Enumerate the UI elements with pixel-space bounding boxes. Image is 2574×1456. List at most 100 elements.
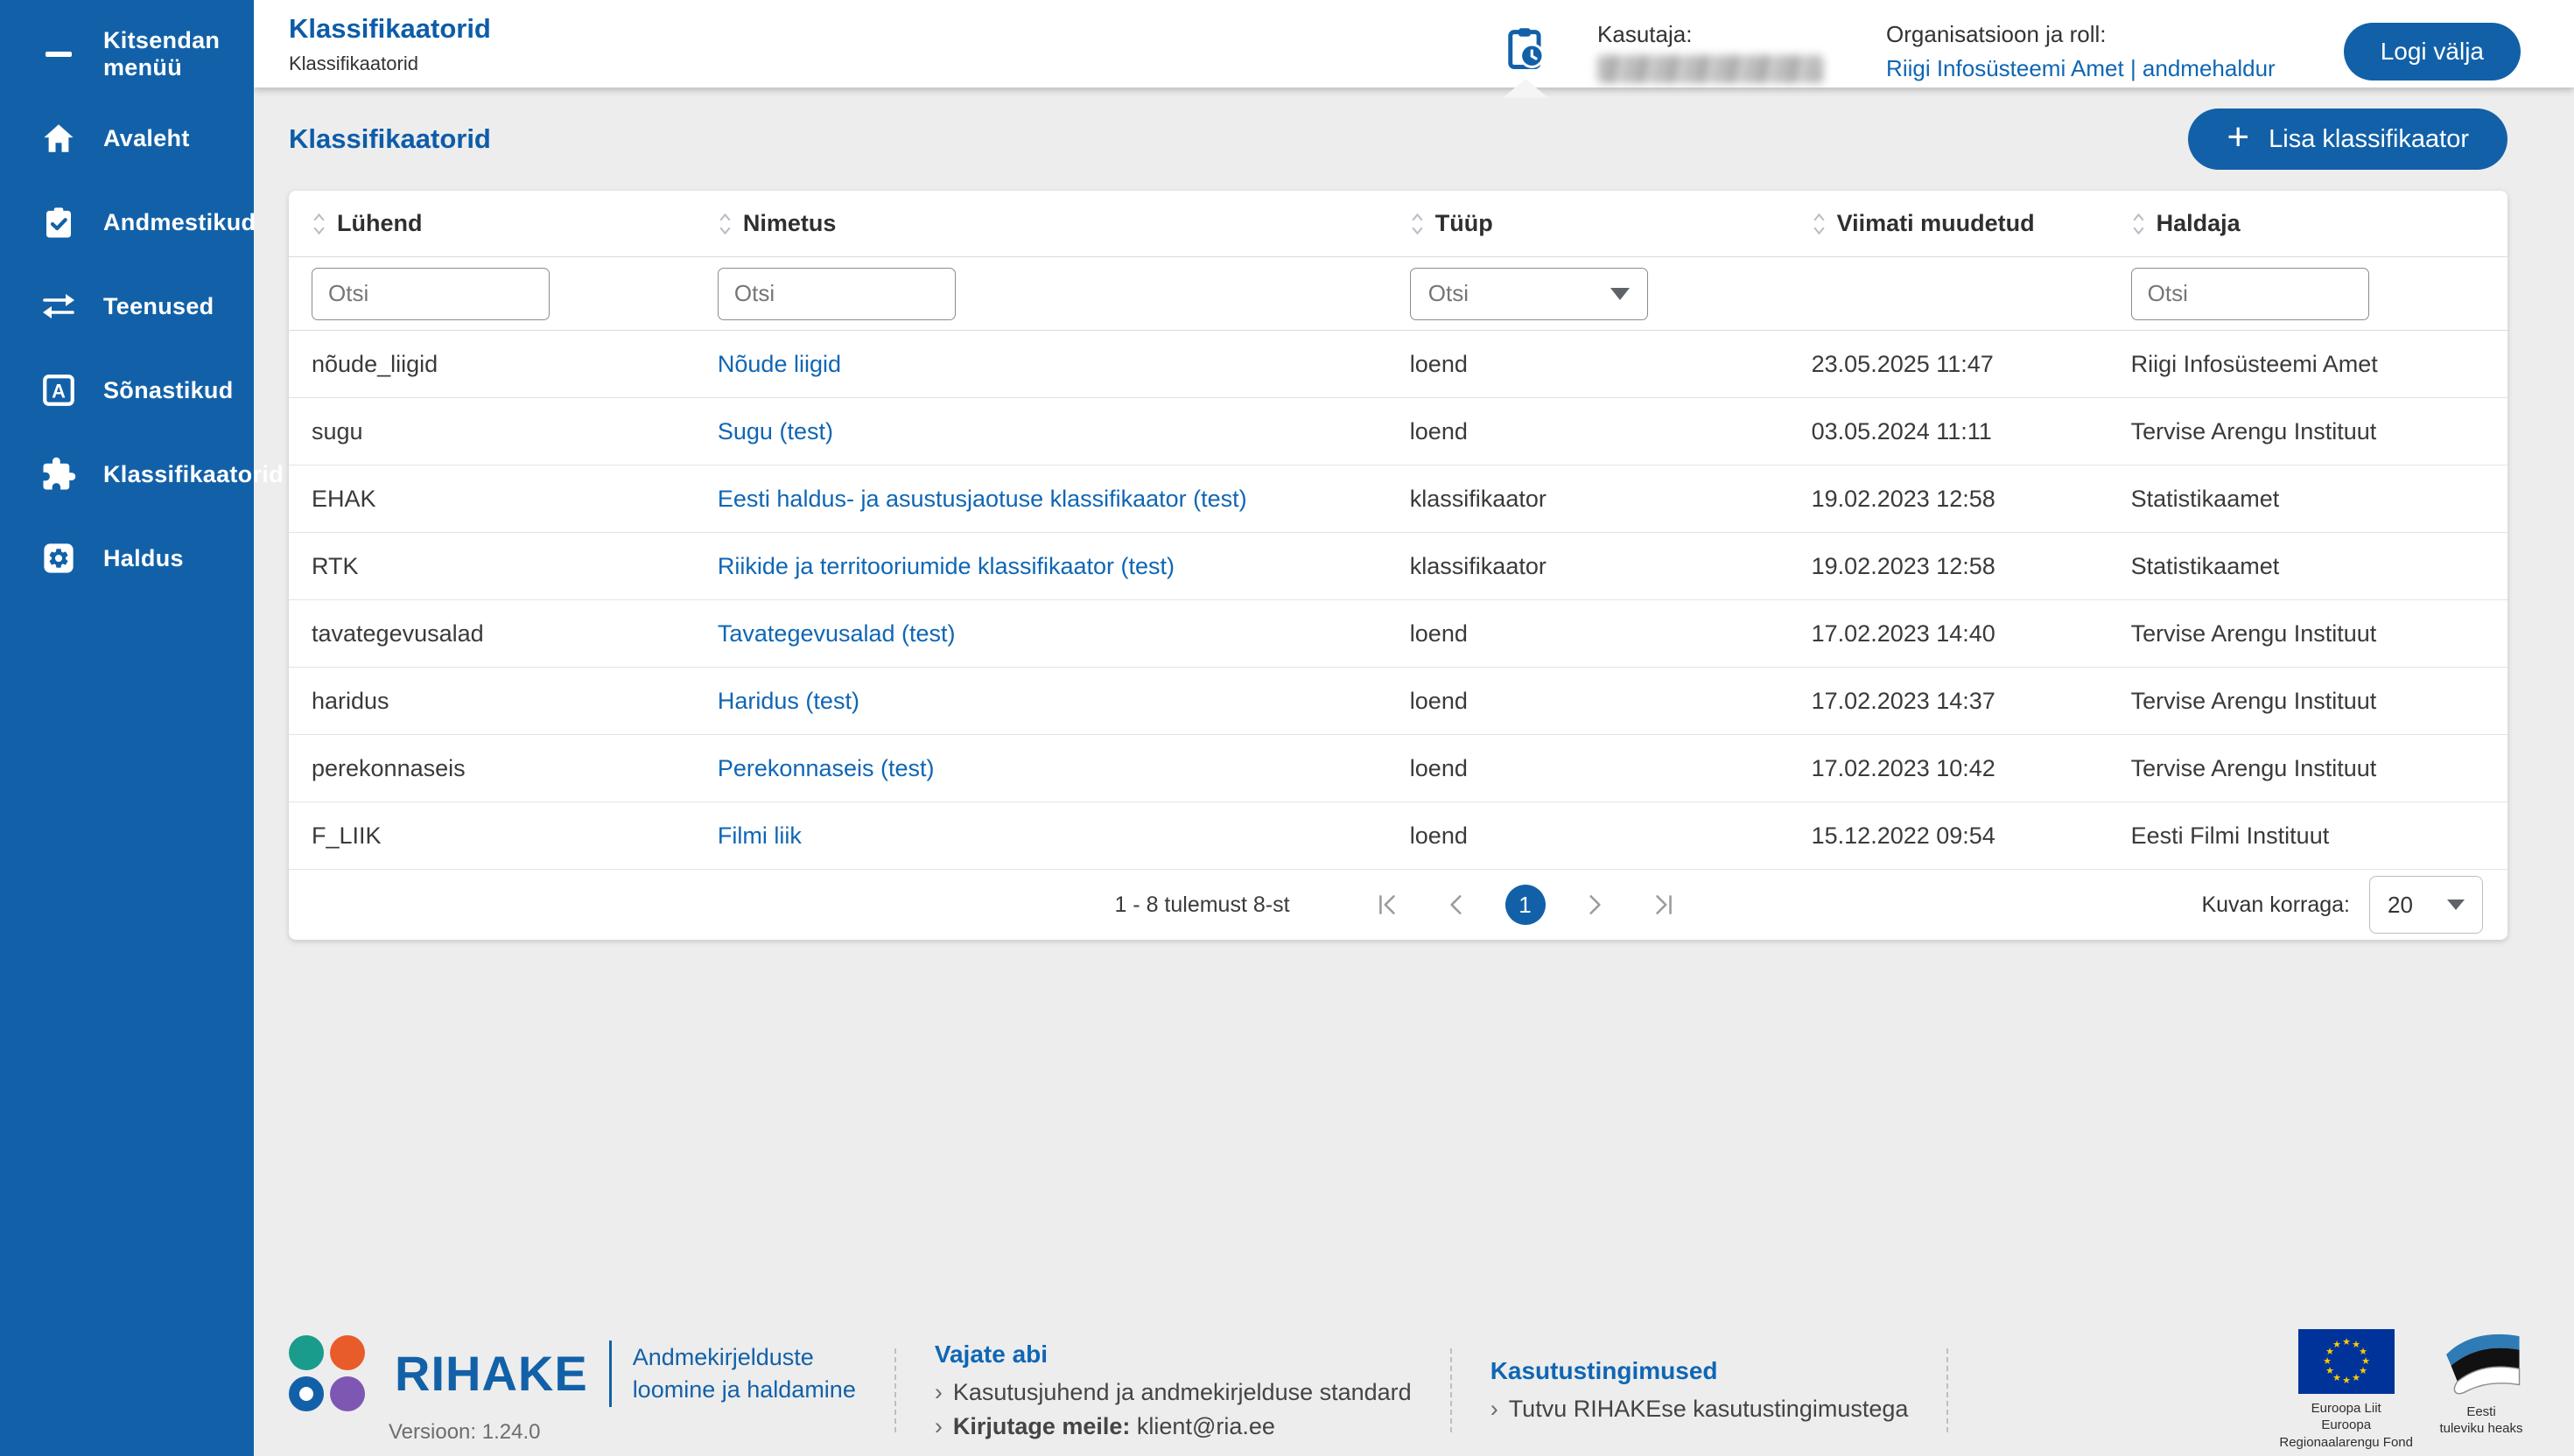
classifier-link[interactable]: Riikide ja territooriumide klassifikaato…	[718, 553, 1175, 579]
cell-luhend: perekonnaseis	[312, 754, 466, 781]
help-email-link[interactable]: › Kirjutage meile: klient@ria.ee	[935, 1413, 1412, 1440]
next-page-button[interactable]	[1575, 886, 1614, 924]
svg-text:★: ★	[2332, 1339, 2341, 1350]
clipboard-check-icon	[39, 202, 79, 242]
terms-heading-link[interactable]: Kasutustingimused	[1490, 1357, 1909, 1385]
column-header-nimetus[interactable]: Nimetus	[695, 210, 1387, 237]
cell-luhend: tavategevusalad	[312, 620, 484, 647]
classifier-link[interactable]: Tavategevusalad (test)	[718, 620, 956, 647]
cell-muudetud: 19.02.2023 12:58	[1811, 552, 1995, 579]
cell-tyyp: klassifikaator	[1409, 552, 1547, 579]
classifier-link[interactable]: Eesti haldus- ja asustusjaotuse klassifi…	[718, 486, 1247, 512]
classifier-link[interactable]: Filmi liik	[718, 822, 802, 849]
svg-text:★: ★	[2352, 1372, 2360, 1383]
terms-section: Kasutustingimused › Tutvu RIHAKEse kasut…	[1490, 1357, 1909, 1423]
first-page-button[interactable]	[1369, 886, 1407, 924]
eu-flag-icon: ★ ★★ ★★★ ★★★ ★★★	[2297, 1328, 2395, 1394]
eu-logo-caption: Euroopa Liit Euroopa Regionaalarengu Fon…	[2279, 1400, 2413, 1450]
cell-haldaja: Tervise Arengu Instituut	[2130, 754, 2377, 781]
filter-tyyp-select[interactable]: Otsi	[1409, 267, 1648, 320]
add-classifier-button[interactable]: + Lisa klassifikaator	[2188, 108, 2507, 170]
cell-luhend: F_LIIK	[312, 822, 382, 849]
cell-haldaja: Eesti Filmi Instituut	[2130, 822, 2330, 849]
page-title: Klassifikaatorid	[289, 12, 491, 44]
tasks-history-button[interactable]	[1503, 24, 1549, 98]
classifier-link[interactable]: Nõude liigid	[718, 351, 841, 377]
user-block: Kasutaja:	[1597, 21, 1824, 83]
table-row: haridus Haridus (test) loend 17.02.2023 …	[289, 668, 2507, 735]
sidebar-item-label: Teenused	[103, 292, 214, 319]
terms-link[interactable]: › Tutvu RIHAKEse kasutustingimustega	[1490, 1396, 1909, 1423]
tooltip-arrow	[1503, 78, 1549, 98]
sort-icon	[313, 213, 325, 234]
brand-tagline: Andmekirjelduste loomine ja haldamine	[632, 1344, 856, 1403]
footer-divider	[1946, 1348, 1949, 1432]
results-summary: 1 - 8 tulemust 8-st	[1114, 892, 1290, 917]
column-header-viimati-muudetud[interactable]: Viimati muudetud	[1789, 210, 2108, 237]
sidebar-item-teenused[interactable]: Teenused	[0, 264, 254, 348]
cell-tyyp: klassifikaator	[1409, 485, 1547, 512]
cell-haldaja: Statistikaamet	[2130, 552, 2280, 579]
rihake-brand: RIHAKE Andmekirjelduste loomine ja halda…	[289, 1335, 856, 1445]
dot-teal	[289, 1335, 324, 1370]
filter-luhend-input[interactable]	[312, 267, 550, 320]
footer-divider	[894, 1348, 896, 1432]
cell-luhend: nõude_liigid	[312, 350, 438, 377]
column-label: Nimetus	[742, 210, 837, 236]
settings-icon	[39, 538, 79, 578]
table-row: nõude_liigid Nõude liigid loend 23.05.20…	[289, 331, 2507, 398]
sidebar-item-collapse-menu[interactable]: Kitsendan menüü	[0, 12, 254, 96]
current-page-button[interactable]: 1	[1504, 885, 1546, 925]
cell-muudetud: 03.05.2024 11:11	[1811, 417, 1992, 444]
cell-haldaja: Riigi Infosüsteemi Amet	[2130, 350, 2378, 377]
cell-muudetud: 17.02.2023 14:37	[1811, 687, 1995, 714]
filter-nimetus-input[interactable]	[717, 267, 956, 320]
column-header-tyyp[interactable]: Tüüp	[1387, 210, 1789, 237]
column-label: Tüüp	[1434, 210, 1493, 236]
sidebar-item-label: Avaleht	[103, 124, 190, 151]
clipboard-clock-icon	[1508, 27, 1545, 69]
select-placeholder: Otsi	[1427, 280, 1469, 306]
org-block: Organisatsioon ja roll: Riigi Infosüstee…	[1886, 21, 2276, 82]
add-classifier-label: Lisa klassifikaator	[2269, 124, 2469, 153]
dot-purple	[330, 1376, 365, 1411]
chevron-right-icon: ›	[934, 1412, 943, 1439]
cell-tyyp: loend	[1409, 350, 1468, 377]
help-heading-link[interactable]: Vajate abi	[935, 1340, 1412, 1368]
last-page-button[interactable]	[1644, 886, 1682, 924]
section-heading: Klassifikaatorid	[289, 123, 491, 154]
cell-muudetud: 17.02.2023 14:40	[1811, 620, 1995, 647]
page-size-value: 20	[2388, 891, 2413, 918]
classifier-link[interactable]: Haridus (test)	[718, 688, 859, 714]
page-size-select[interactable]: 20	[2369, 876, 2483, 934]
sidebar: Kitsendan menüü Avaleht Andmestikud Teen…	[0, 0, 284, 1456]
plus-icon: +	[2227, 116, 2250, 158]
sidebar-item-klassifikaatorid[interactable]: Klassifikaatorid	[0, 432, 284, 516]
transfer-arrows-icon	[39, 286, 79, 326]
pagination-bar: 1 - 8 tulemust 8-st 1 Kuvan korraga: 20	[289, 870, 2507, 940]
sidebar-item-avaleht[interactable]: Avaleht	[0, 96, 254, 180]
table-row: F_LIIK Filmi liik loend 15.12.2022 09:54…	[289, 802, 2507, 870]
classifier-link[interactable]: Perekonnaseis (test)	[718, 755, 935, 781]
classifier-link[interactable]: Sugu (test)	[718, 418, 833, 444]
cell-luhend: haridus	[312, 687, 389, 714]
filter-haldaja-input[interactable]	[2130, 267, 2369, 320]
sidebar-item-andmestikud[interactable]: Andmestikud	[0, 180, 256, 264]
classifiers-table-card: Lühend Nimetus Tüüp Viimati muudetud Hal…	[289, 191, 2507, 940]
table-filter-row: Otsi	[289, 257, 2507, 331]
sort-icon	[1813, 213, 1825, 234]
page-size-label: Kuvan korraga:	[2201, 892, 2350, 917]
sidebar-item-sonastikud[interactable]: A Sõnastikud	[0, 348, 254, 432]
previous-page-button[interactable]	[1437, 886, 1476, 924]
help-manual-link[interactable]: › Kasutusjuhend ja andmekirjelduse stand…	[935, 1379, 1412, 1406]
table-row: tavategevusalad Tavategevusalad (test) l…	[289, 600, 2507, 668]
chevron-left-icon	[1449, 895, 1462, 914]
cell-tyyp: loend	[1409, 754, 1468, 781]
org-role-link[interactable]: Riigi Infosüsteemi Amet | andmehaldur	[1886, 55, 2276, 82]
column-header-luhend[interactable]: Lühend	[289, 210, 695, 237]
column-header-haldaja[interactable]: Haldaja	[2108, 210, 2507, 237]
chevron-right-icon: ›	[934, 1378, 943, 1405]
chevron-right-icon	[1589, 895, 1601, 914]
sidebar-item-haldus[interactable]: Haldus	[0, 516, 254, 600]
logout-button[interactable]: Logi välja	[2343, 22, 2521, 80]
